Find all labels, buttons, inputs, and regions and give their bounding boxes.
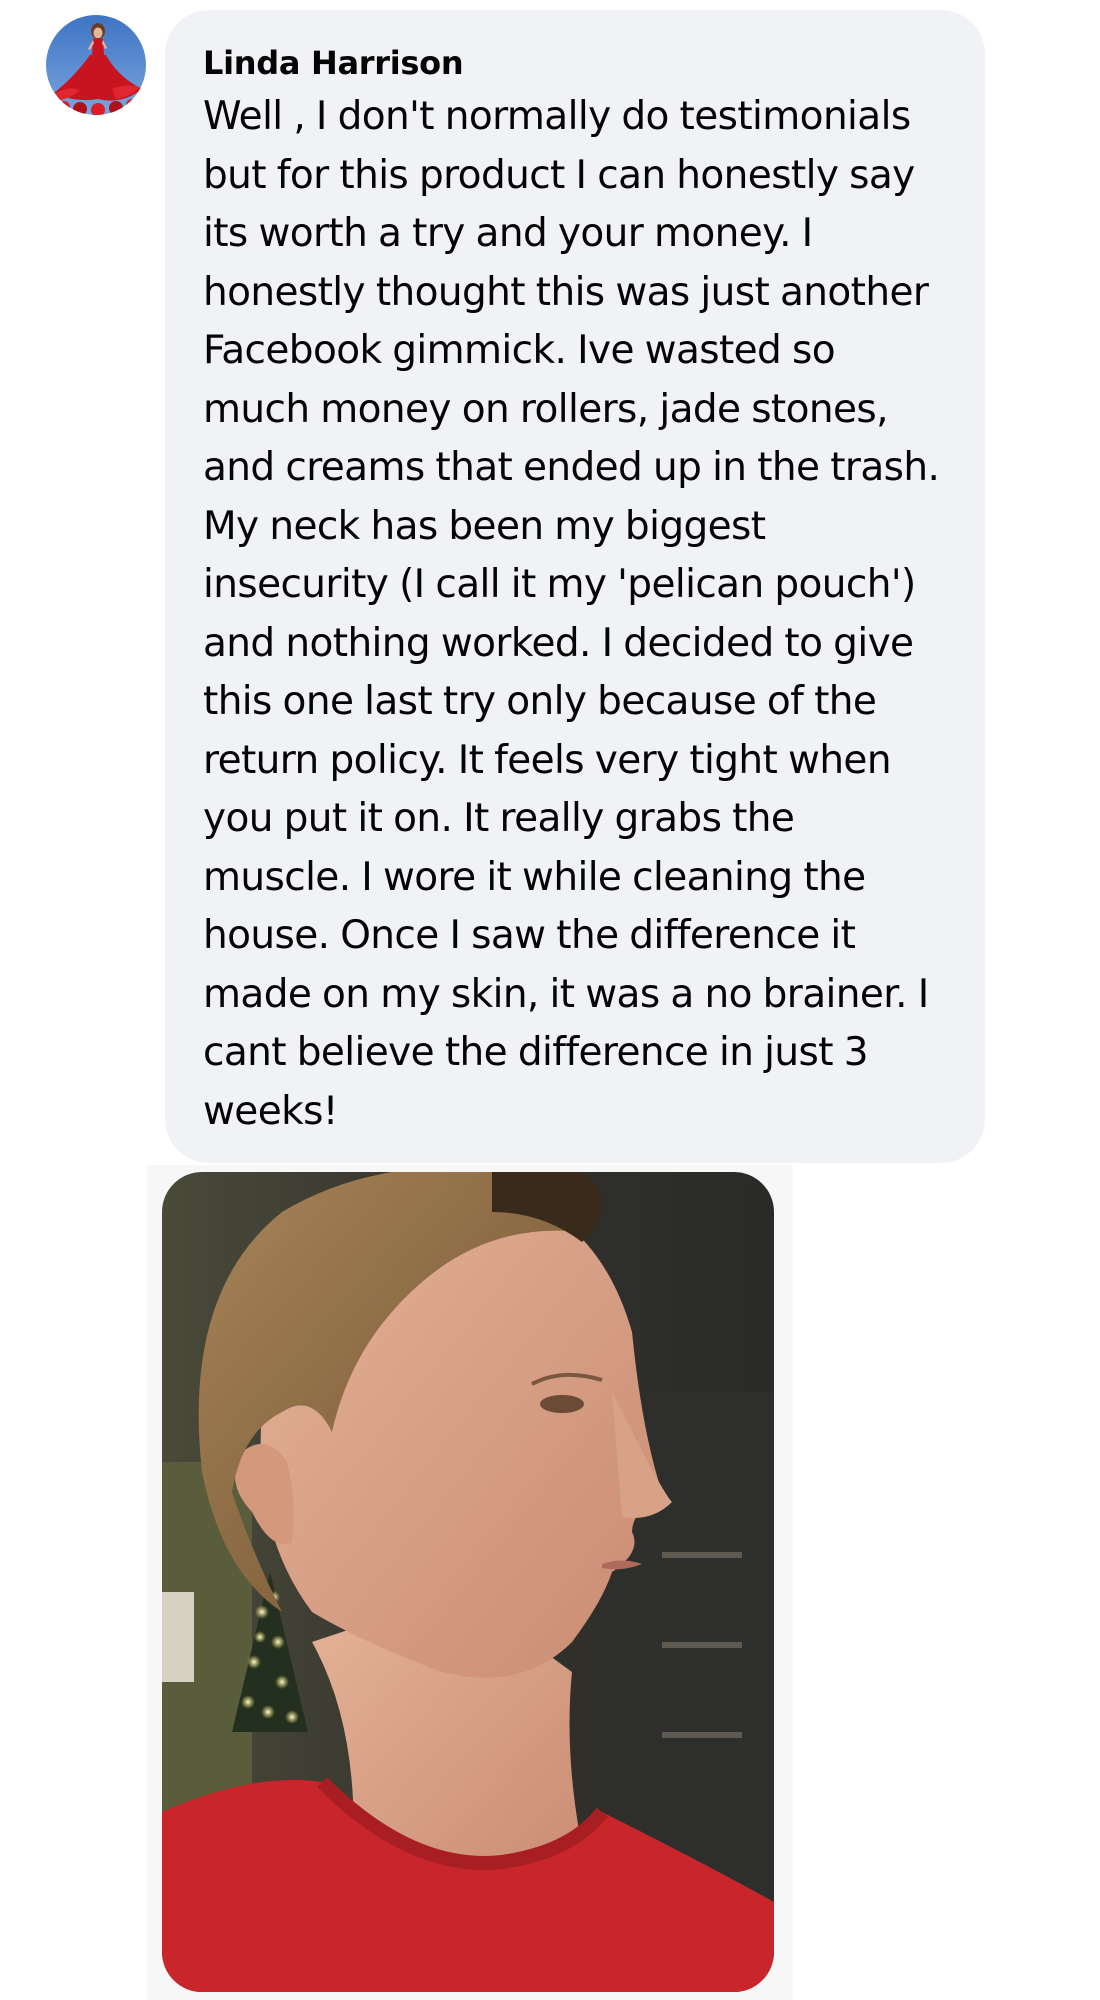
photo-woman-neck-profile-icon (162, 1172, 774, 1992)
avatar[interactable] (46, 15, 146, 115)
attached-photo[interactable] (162, 1172, 774, 1992)
comment-bubble: Linda Harrison Well , I don't normally d… (165, 10, 985, 1163)
comment-body: Well , I don't normally do testimonials … (203, 94, 940, 1134)
comment-thread: Linda Harrison Well , I don't normally d… (0, 0, 1100, 2000)
comment-author-name[interactable]: Linda Harrison (203, 40, 945, 86)
comment-attachment (147, 1165, 793, 2000)
profile-photo-icon (46, 15, 146, 115)
